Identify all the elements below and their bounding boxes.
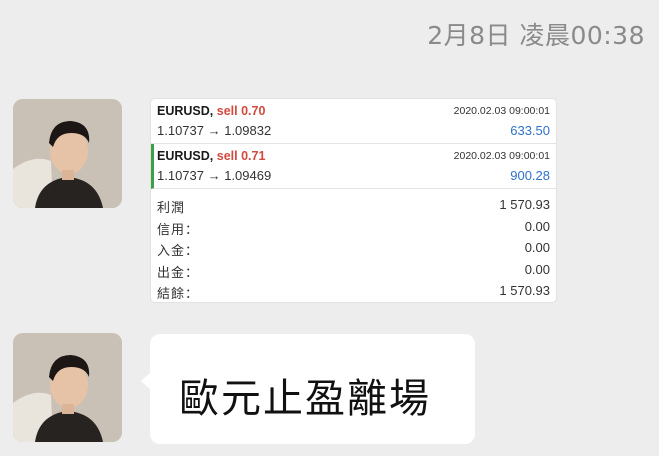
chat-message-bubble[interactable]: 歐元止盈離場 [141, 334, 475, 444]
trade-prices: 1.10737 → 1.09469 [157, 168, 272, 183]
account-summary: 利潤 1 570.93 信用： 0.00 入金： 0.00 出金： 0.00 結… [151, 189, 556, 302]
trade-profit: 900.28 [510, 168, 550, 183]
summary-row-credit: 信用： 0.00 [157, 218, 550, 237]
avatar-photo-icon [13, 99, 122, 208]
trade-prices: 1.10737 → 1.09832 [157, 123, 272, 138]
trade-datetime: 2020.02.03 09:00:01 [453, 150, 550, 162]
trade-side: sell 0.71 [216, 149, 266, 163]
sender-avatar[interactable] [13, 333, 122, 442]
trade-profit: 633.50 [510, 123, 550, 138]
message-timestamp: 2月8日 凌晨00:38 [427, 21, 645, 50]
summary-row-profit: 利潤 1 570.93 [157, 197, 550, 215]
chat-message-text: 歐元止盈離場 [179, 376, 431, 422]
summary-row-withdrawal: 出金： 0.00 [157, 261, 550, 280]
summary-row-balance: 結餘： 1 570.93 [157, 283, 550, 301]
trade-history-screenshot[interactable]: EURUSD, sell 0.70 2020.02.03 09:00:01 1.… [151, 99, 556, 302]
trade-row: EURUSD, sell 0.70 2020.02.03 09:00:01 1.… [151, 99, 556, 144]
trade-symbol: EURUSD, sell 0.71 [157, 149, 266, 163]
avatar-photo-icon [13, 333, 122, 442]
trade-datetime: 2020.02.03 09:00:01 [453, 105, 550, 117]
trade-side: sell 0.70 [216, 104, 266, 118]
sender-avatar[interactable] [13, 99, 122, 208]
summary-row-deposit: 入金： 0.00 [157, 240, 550, 258]
trade-row: EURUSD, sell 0.71 2020.02.03 09:00:01 1.… [151, 144, 556, 189]
trade-symbol: EURUSD, sell 0.70 [157, 104, 266, 118]
